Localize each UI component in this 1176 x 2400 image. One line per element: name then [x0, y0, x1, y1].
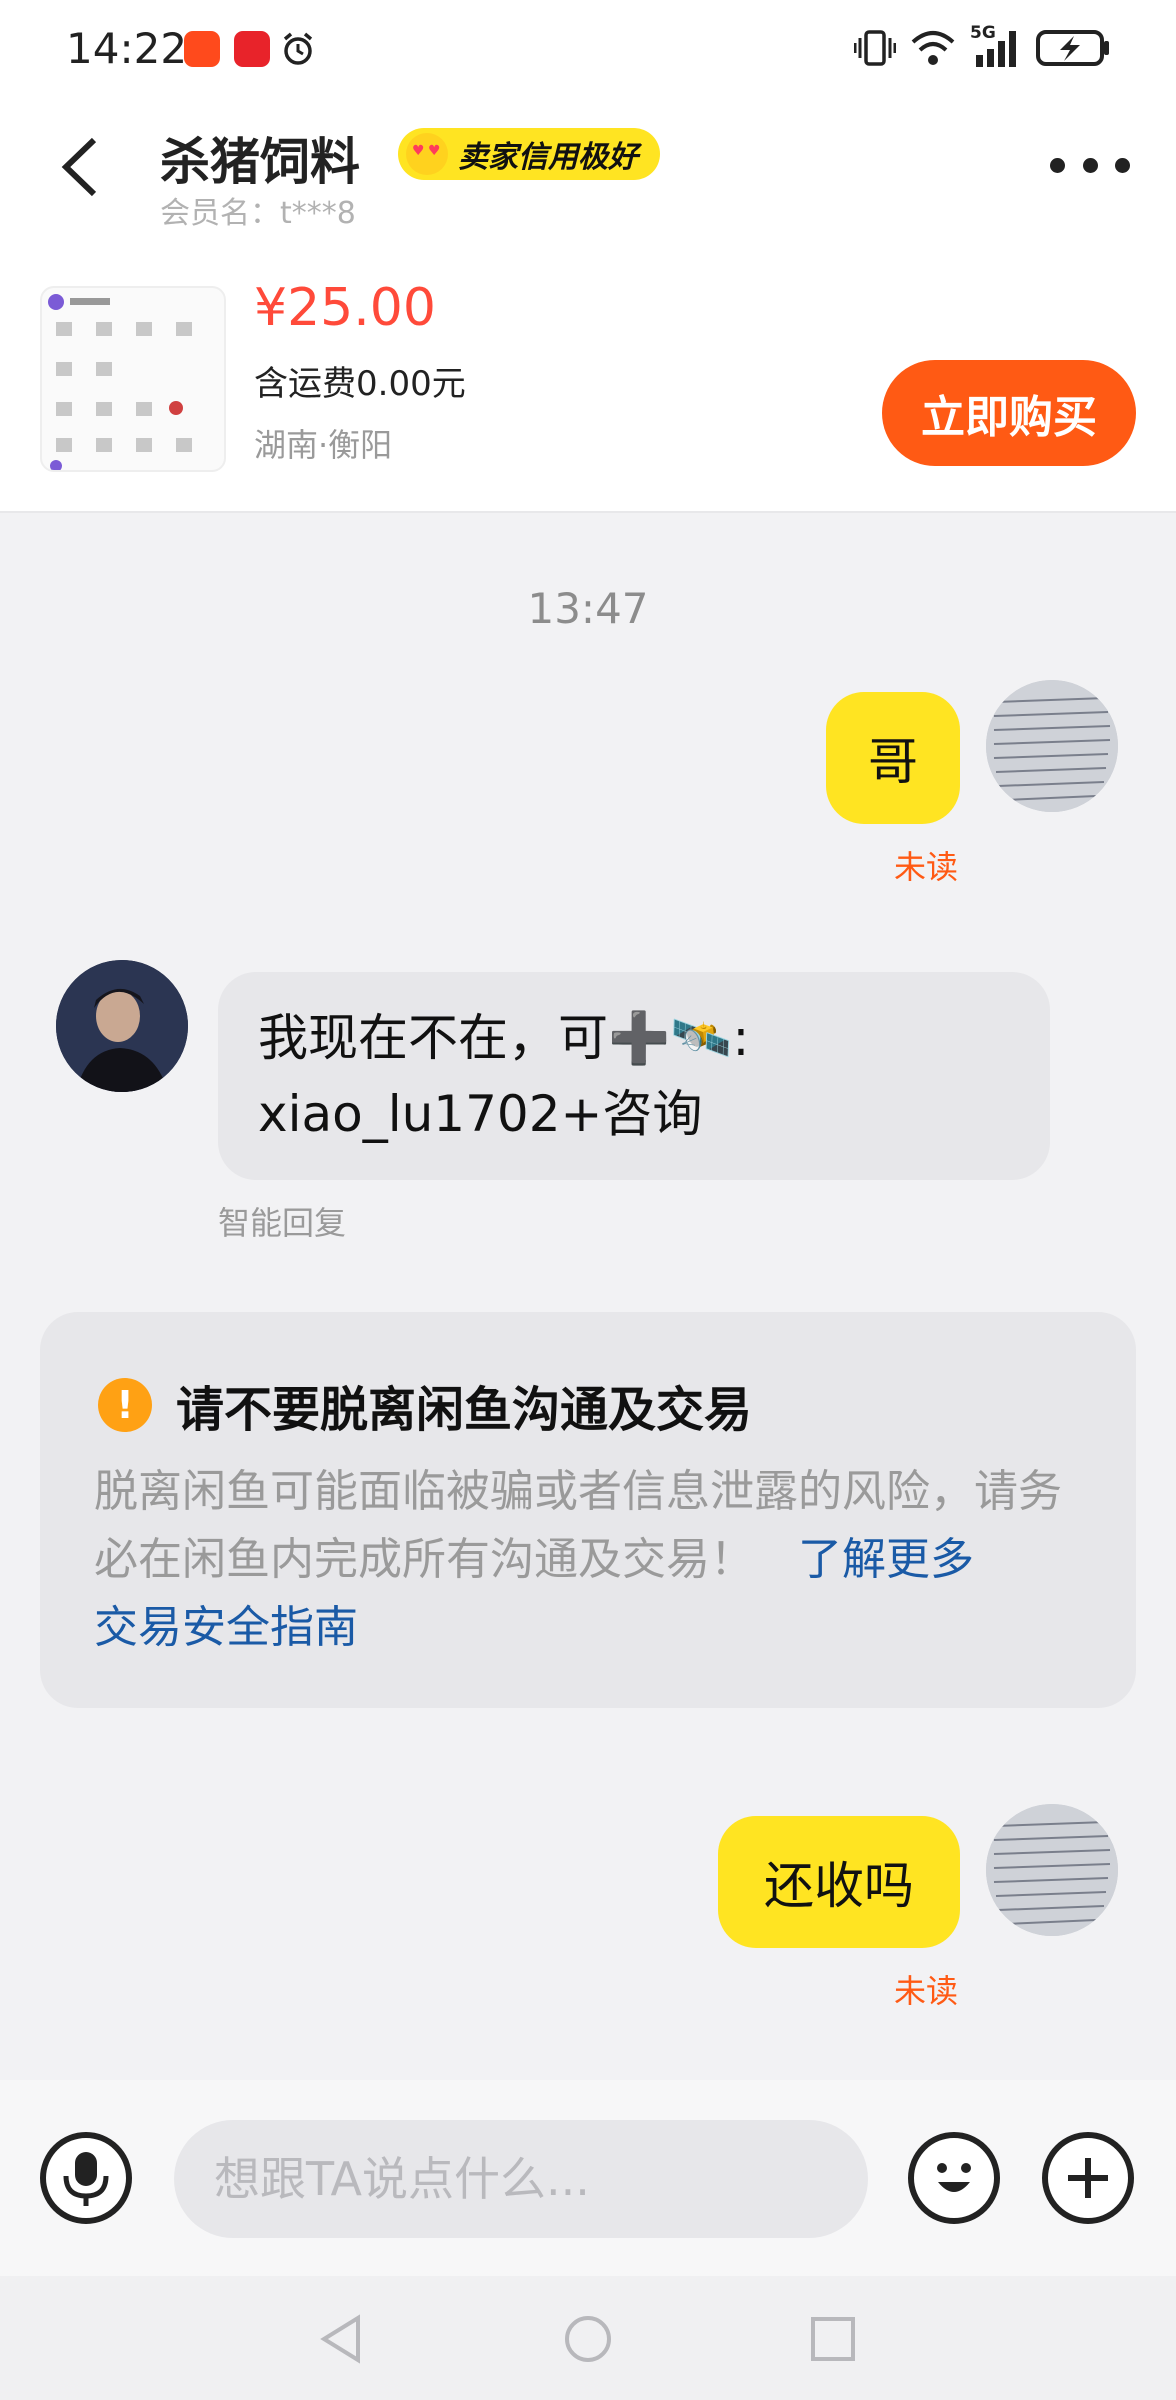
my-avatar[interactable] — [986, 1804, 1118, 1936]
seller-message-bubble[interactable]: 我现在不在，可➕🛰️: xiao_lu1702+咨询 — [218, 972, 1050, 1180]
chat-header: 杀猪饲料 ♥ ♥ 卖家信用极好 会员名：t***8 ¥25.00 含运费0.00… — [0, 98, 1176, 513]
system-nav-bar — [0, 2276, 1176, 2400]
message-input-bar — [0, 2080, 1176, 2276]
seller-message-line: xiao_lu1702+咨询 — [258, 1085, 703, 1143]
seller-avatar[interactable] — [56, 960, 188, 1092]
buy-now-button[interactable]: 立即购买 — [882, 360, 1136, 466]
learn-more-link[interactable]: 了解更多 — [798, 1534, 974, 1585]
unread-status: 未读 — [894, 1972, 959, 2010]
member-name: 会员名：t***8 — [160, 196, 356, 231]
message-timestamp: 13:47 — [527, 584, 649, 633]
heart-eyes-emoji-icon: ♥ ♥ — [406, 133, 448, 175]
app-notification-icon — [184, 31, 220, 67]
back-icon[interactable] — [48, 132, 118, 202]
alarm-icon — [283, 32, 313, 65]
app-notification-icon — [234, 31, 270, 67]
warning-body: 脱离闲鱼可能面临被骗或者信息泄露的风险，请务必在闲鱼内完成所有沟通及交易！ 了解… — [94, 1458, 1104, 1662]
handwritten-paper-image — [986, 1804, 1118, 1936]
emoji-icon[interactable] — [908, 2132, 1000, 2224]
seller-location: 湖南·衡阳 — [254, 426, 393, 464]
message-input[interactable] — [174, 2120, 868, 2238]
signal-icon — [976, 31, 1016, 67]
handwritten-paper-image — [986, 680, 1118, 812]
product-price: ¥25.00 — [254, 278, 436, 338]
my-message-bubble[interactable]: 哥 — [826, 692, 960, 824]
nav-home-icon[interactable] — [561, 2312, 615, 2366]
product-thumbnail[interactable] — [40, 286, 226, 472]
my-message-bubble[interactable]: 还收吗 — [718, 1816, 960, 1948]
chat-title: 杀猪饲料 — [160, 133, 360, 191]
network-indicator: 5G — [970, 23, 1022, 69]
nav-recent-icon[interactable] — [806, 2312, 860, 2366]
seller-message-line: 我现在不在，可➕🛰️: — [258, 1009, 750, 1067]
voice-icon[interactable] — [40, 2132, 132, 2224]
seller-photo-image — [56, 960, 188, 1092]
status-bar: 14:22 5G — [0, 0, 1176, 98]
vibrate-icon — [854, 30, 896, 66]
nav-back-icon[interactable] — [314, 2312, 368, 2366]
unread-status: 未读 — [894, 848, 959, 886]
plus-icon[interactable] — [1042, 2132, 1134, 2224]
more-icon[interactable] — [1050, 150, 1130, 180]
warning-icon: ! — [98, 1378, 152, 1432]
smart-reply-tag: 智能回复 — [218, 1204, 347, 1242]
chat-screen: 14:22 5G 杀猪饲料 ♥ ♥ 卖家信用极好 会员名：t***8 ¥25.0… — [0, 0, 1176, 2400]
my-avatar[interactable] — [986, 680, 1118, 812]
seller-credit-badge[interactable]: ♥ ♥ 卖家信用极好 — [398, 128, 660, 180]
safety-warning-card: ! 请不要脱离闲鱼沟通及交易 脱离闲鱼可能面临被骗或者信息泄露的风险，请务必在闲… — [40, 1312, 1136, 1708]
warning-title: 请不要脱离闲鱼沟通及交易 — [176, 1382, 753, 1438]
safety-guide-link[interactable]: 交易安全指南 — [94, 1602, 358, 1653]
shipping-fee: 含运费0.00元 — [254, 364, 466, 404]
battery-charging-icon — [1036, 30, 1109, 66]
credit-badge-label: 卖家信用极好 — [458, 140, 638, 175]
status-indicators: 5G — [854, 23, 1110, 70]
wifi-icon — [911, 31, 955, 65]
product-screenshot-image — [48, 294, 192, 470]
status-time: 14:22 — [66, 24, 188, 73]
